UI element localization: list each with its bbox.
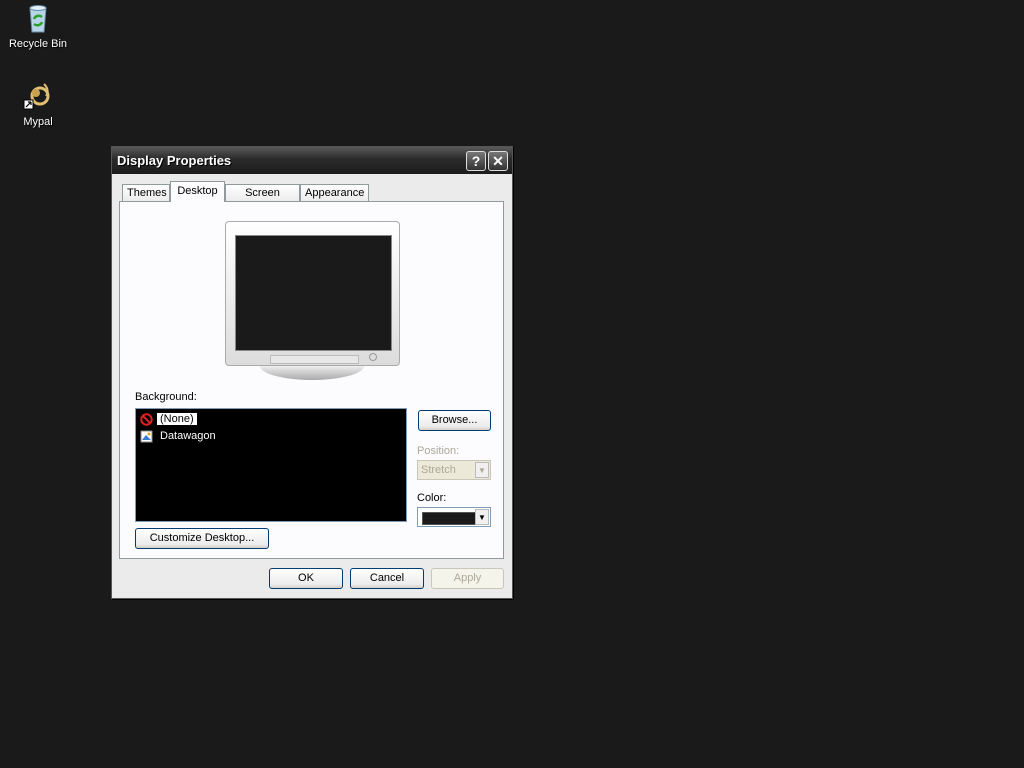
image-file-icon (140, 430, 153, 443)
position-label: Position: (417, 445, 460, 457)
color-picker-button[interactable]: ▼ (417, 507, 491, 527)
monitor-stand (260, 366, 364, 380)
chevron-down-icon: ▼ (475, 509, 489, 525)
apply-button[interactable]: Apply (431, 568, 504, 589)
help-button[interactable]: ? (466, 151, 486, 171)
customize-desktop-button[interactable]: Customize Desktop... (135, 528, 269, 549)
color-swatch (422, 512, 477, 525)
tab-themes[interactable]: Themes (122, 184, 170, 201)
recycle-bin-icon (22, 2, 54, 34)
list-item-label: Datawagon (160, 430, 216, 442)
window-title: Display Properties (117, 153, 232, 168)
color-label: Color: (417, 492, 447, 504)
tab-appearance[interactable]: Appearance (300, 184, 369, 201)
monitor-bezel-slot (270, 355, 359, 364)
monitor-screen (235, 235, 392, 351)
desktop-icon-label: Recycle Bin (8, 38, 68, 50)
monitor-power-led (369, 353, 377, 361)
chevron-down-icon: ▼ (475, 462, 489, 478)
list-item-label: (None) (156, 412, 198, 426)
cancel-button[interactable]: Cancel (350, 568, 424, 589)
display-properties-window: Display Properties ? ✕ Themes Desktop Sc… (111, 146, 513, 599)
tab-desktop[interactable]: Desktop (170, 181, 225, 202)
browse-button[interactable]: Browse... (418, 410, 491, 431)
background-list[interactable]: (None) Datawagon (135, 408, 407, 522)
ok-button[interactable]: OK (269, 568, 343, 589)
tab-screen-saver[interactable]: Screen Saver (225, 184, 300, 215)
desktop-icon-mypal[interactable]: Mypal (0, 80, 76, 129)
list-item-datawagon[interactable]: Datawagon (140, 428, 219, 444)
position-select[interactable]: Stretch ▼ (417, 460, 491, 480)
list-item-none[interactable]: (None) (140, 411, 198, 427)
close-icon: ✕ (492, 153, 504, 169)
desktop-icon-recycle-bin[interactable]: Recycle Bin (0, 2, 76, 51)
mypal-icon (22, 80, 54, 112)
background-label: Background: (135, 391, 197, 403)
position-value: Stretch (421, 464, 456, 476)
desktop-tab-panel: Background: (None) Datawagon Browse... P… (119, 201, 504, 559)
none-icon (140, 412, 153, 426)
monitor-preview (225, 221, 400, 366)
desktop-icon-label: Mypal (23, 116, 53, 128)
close-button[interactable]: ✕ (488, 151, 508, 171)
title-bar[interactable]: Display Properties ? ✕ (112, 147, 512, 174)
